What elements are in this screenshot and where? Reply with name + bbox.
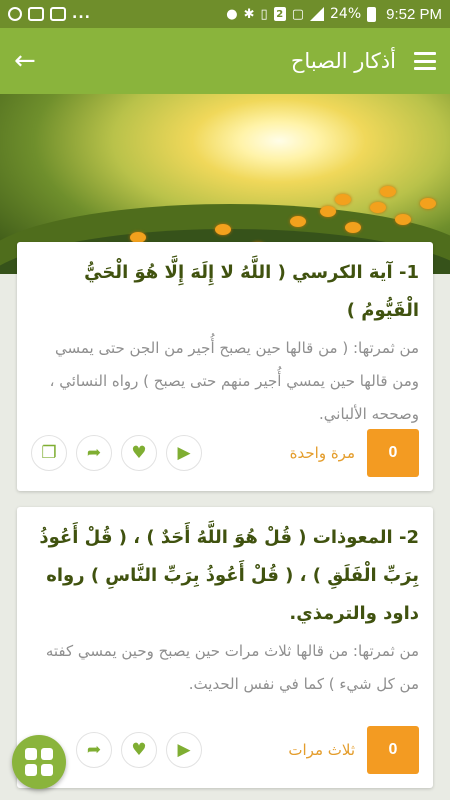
zikr-card: 1- آية الكرسي ( اللَّهُ لا إِلَهَ إِلَّا… [17, 242, 433, 491]
share-icon: ➦ [86, 740, 102, 760]
play-icon: ▶ [177, 443, 191, 463]
status-bar: ... ● ✱ ▯ 2 ▢ 24% 9:52 PM [0, 0, 450, 28]
app-bar: ← أذكار الصباح [0, 28, 450, 94]
heart-icon: ♥ [131, 443, 147, 463]
whatsapp-icon [8, 7, 22, 21]
back-button[interactable]: ← [14, 48, 46, 74]
gallery-icon [50, 7, 66, 21]
image-icon [28, 7, 44, 21]
repeat-label: مرة واحدة [289, 444, 355, 462]
zikr-description: من ثمرتها: ( من قالها حين يصبح أُجير من … [49, 339, 419, 423]
play-button[interactable]: ▶ [166, 435, 202, 471]
favorite-button[interactable]: ♥ [121, 732, 157, 768]
play-button[interactable]: ▶ [166, 732, 202, 768]
location-icon: ● [226, 6, 238, 22]
clock: 9:52 PM [386, 5, 442, 23]
counter-group: مرة واحدة 0 [290, 429, 419, 477]
more-notifications: ... [72, 6, 91, 22]
copy-icon: ❐ [41, 443, 57, 463]
grid-menu-icon[interactable] [12, 735, 66, 789]
share-button[interactable]: ➦ [76, 435, 112, 471]
counter-button[interactable]: 0 [367, 726, 419, 774]
zikr-card: 2- المعوذات ( قُلْ هُوَ اللَّهُ أَحَدٌ )… [17, 507, 433, 788]
status-left-icons: ... [8, 6, 91, 22]
arrow-left-icon: ← [14, 46, 36, 76]
share-button[interactable]: ➦ [76, 732, 112, 768]
zikr-description: من ثمرتها: من قالها ثلاث مرات حين يصبح و… [45, 642, 419, 693]
counter-button[interactable]: 0 [367, 429, 419, 477]
battery-percent: 24% [330, 6, 362, 22]
favorite-button[interactable]: ♥ [121, 435, 157, 471]
zikr-title: 2- المعوذات ( قُلْ هُوَ اللَّهُ أَحَدٌ )… [39, 527, 419, 624]
copy-button[interactable]: ❐ [31, 435, 67, 471]
counter-group: ثلاث مرات 0 [288, 726, 419, 774]
sim-icon: 2 [273, 7, 286, 21]
vibrate-icon: ▯ [260, 6, 268, 22]
share-icon: ➦ [86, 443, 102, 463]
page-title: أذكار الصباح [290, 49, 396, 73]
wifi-off-icon: ▢ [291, 6, 304, 22]
signal-icon [310, 7, 324, 21]
bluetooth-icon: ✱ [243, 6, 255, 22]
status-right-icons: ● ✱ ▯ 2 ▢ 24% 9:52 PM [226, 6, 442, 23]
zikr-title: 1- آية الكرسي ( اللَّهُ لا إِلَهَ إِلَّا… [84, 262, 419, 321]
card-footer: ❐ ➦ ♥ ▶ ثلاث مرات 0 [31, 726, 419, 774]
card-footer: ❐ ➦ ♥ ▶ مرة واحدة 0 [31, 429, 419, 477]
hamburger-menu-icon[interactable] [414, 52, 436, 70]
heart-icon: ♥ [131, 740, 147, 760]
card-actions: ❐ ➦ ♥ ▶ [31, 435, 202, 471]
play-icon: ▶ [177, 740, 191, 760]
battery-icon [367, 6, 377, 22]
repeat-label: ثلاث مرات [288, 741, 355, 759]
title-wrap: أذكار الصباح [291, 49, 436, 73]
